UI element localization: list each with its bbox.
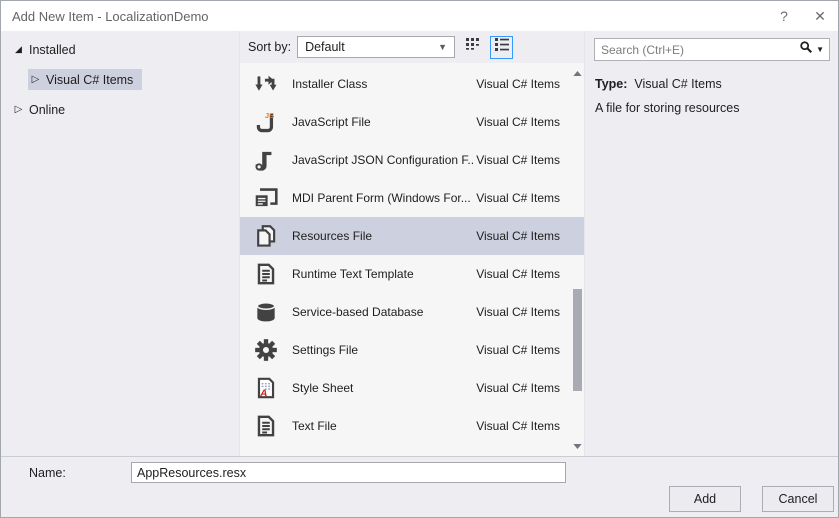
mdi-parent-form-icon [252, 185, 279, 212]
template-category: Visual C# Items [476, 305, 560, 319]
expand-icon[interactable]: ▷ [28, 74, 43, 85]
template-name: Installer Class [292, 77, 474, 91]
template-name: Settings File [292, 343, 474, 357]
small-icons-view-button[interactable] [462, 36, 485, 59]
help-button[interactable]: ? [766, 1, 802, 31]
details-panel: ▼ Type: Visual C# Items A file for storin… [585, 31, 838, 456]
sidebar-item-visual-c-items[interactable]: ▷Visual C# Items [28, 69, 142, 90]
template-category: Visual C# Items [476, 77, 560, 91]
list-item-javascript-file[interactable]: JS JavaScript FileVisual C# Items [240, 103, 584, 141]
search-dropdown-icon[interactable]: ▼ [816, 45, 824, 54]
template-category: Visual C# Items [476, 381, 560, 395]
list-view-icon [494, 38, 510, 56]
titlebar-buttons: ? ✕ [766, 1, 838, 31]
svg-text:JS: JS [264, 111, 273, 120]
expand-icon[interactable]: ▷ [11, 104, 26, 115]
list-item-text-file[interactable]: Text FileVisual C# Items [240, 407, 584, 445]
window-title: Add New Item - LocalizationDemo [12, 9, 209, 24]
small-icons-view-icon [466, 38, 481, 56]
scroll-up-icon[interactable] [570, 67, 584, 79]
list-item-runtime-text-template[interactable]: Runtime Text TemplateVisual C# Items [240, 255, 584, 293]
sort-bar: Sort by: Default ▼ [240, 31, 584, 63]
sort-dropdown[interactable]: Default ▼ [297, 36, 455, 58]
resources-file-icon [252, 223, 279, 250]
sort-by-label: Sort by: [248, 40, 291, 54]
type-value: Visual C# Items [634, 77, 721, 91]
template-category: Visual C# Items [476, 191, 560, 205]
scrollbar-thumb[interactable] [573, 289, 582, 391]
template-category: Visual C# Items [476, 229, 560, 243]
scroll-down-icon[interactable] [570, 440, 584, 452]
list-item-javascript-json-configuration-f[interactable]: JavaScript JSON Configuration F...Visual… [240, 141, 584, 179]
template-category: Visual C# Items [476, 153, 560, 167]
list-item-style-sheet[interactable]: A Style SheetVisual C# Items [240, 369, 584, 407]
dialog-footer: Name: Add Cancel [1, 456, 838, 517]
titlebar[interactable]: Add New Item - LocalizationDemo ? ✕ [1, 1, 838, 31]
list-item-service-based-database[interactable]: Service-based DatabaseVisual C# Items [240, 293, 584, 331]
help-icon: ? [780, 8, 788, 24]
template-list: Installer ClassVisual C# ItemsJSJavaScri… [240, 63, 584, 456]
item-description: A file for storing resources [595, 101, 830, 115]
template-details: Type: Visual C# Items A file for storing … [594, 77, 830, 115]
list-item-resources-file[interactable]: Resources FileVisual C# Items [240, 217, 584, 255]
search-input[interactable] [595, 43, 799, 57]
template-panel: Sort by: Default ▼ Installer ClassVisual… [239, 31, 585, 456]
template-name: Service-based Database [292, 305, 474, 319]
installer-class-icon [252, 71, 279, 98]
template-category: Visual C# Items [476, 343, 560, 357]
footer-buttons: Add Cancel [669, 486, 834, 512]
list-item-settings-file[interactable]: Settings FileVisual C# Items [240, 331, 584, 369]
text-file-icon [252, 413, 279, 440]
template-name: MDI Parent Form (Windows For... [292, 191, 474, 205]
template-name: JavaScript File [292, 115, 474, 129]
search-box[interactable]: ▼ [594, 38, 830, 61]
template-name: Resources File [292, 229, 474, 243]
close-icon: ✕ [814, 8, 826, 25]
template-category: Visual C# Items [476, 115, 560, 129]
sidebar-item-label: Installed [29, 43, 76, 57]
template-name: Runtime Text Template [292, 267, 474, 281]
database-icon [252, 299, 279, 326]
type-label: Type: [595, 77, 627, 91]
sidebar-item-online[interactable]: ▷Online [11, 99, 74, 120]
category-tree: ◢Installed▷Visual C# Items▷Online [1, 31, 239, 456]
list-item-installer-class[interactable]: Installer ClassVisual C# Items [240, 65, 584, 103]
dialog-body: ◢Installed▷Visual C# Items▷Online Sort b… [1, 31, 838, 456]
add-new-item-dialog: Add New Item - LocalizationDemo ? ✕ ◢Ins… [0, 0, 839, 518]
sidebar-item-installed[interactable]: ◢Installed [11, 39, 85, 60]
chevron-down-icon: ▼ [438, 42, 447, 52]
sort-value: Default [305, 40, 345, 54]
template-category: Visual C# Items [476, 419, 560, 433]
name-label: Name: [29, 466, 66, 480]
add-button[interactable]: Add [669, 486, 741, 512]
list-item-mdi-parent-form-windows-for[interactable]: MDI Parent Form (Windows For...Visual C#… [240, 179, 584, 217]
cancel-button[interactable]: Cancel [762, 486, 834, 512]
sidebar-item-label: Visual C# Items [46, 73, 133, 87]
javascript-file-icon: JS [252, 109, 279, 136]
template-name: Text File [292, 419, 474, 433]
svg-text:A: A [259, 389, 267, 400]
style-sheet-icon: A [252, 375, 279, 402]
close-button[interactable]: ✕ [802, 1, 838, 31]
list-scrollbar[interactable] [570, 63, 584, 456]
sidebar-item-label: Online [29, 103, 65, 117]
template-name: JavaScript JSON Configuration F... [292, 153, 474, 167]
template-category: Visual C# Items [476, 267, 560, 281]
javascript-json-config-icon [252, 147, 279, 174]
list-view-button[interactable] [490, 36, 513, 59]
name-input[interactable] [131, 462, 566, 483]
search-icon[interactable] [799, 40, 813, 59]
collapse-icon[interactable]: ◢ [11, 44, 26, 55]
template-name: Style Sheet [292, 381, 474, 395]
runtime-text-template-icon [252, 261, 279, 288]
settings-gear-icon [252, 337, 279, 364]
